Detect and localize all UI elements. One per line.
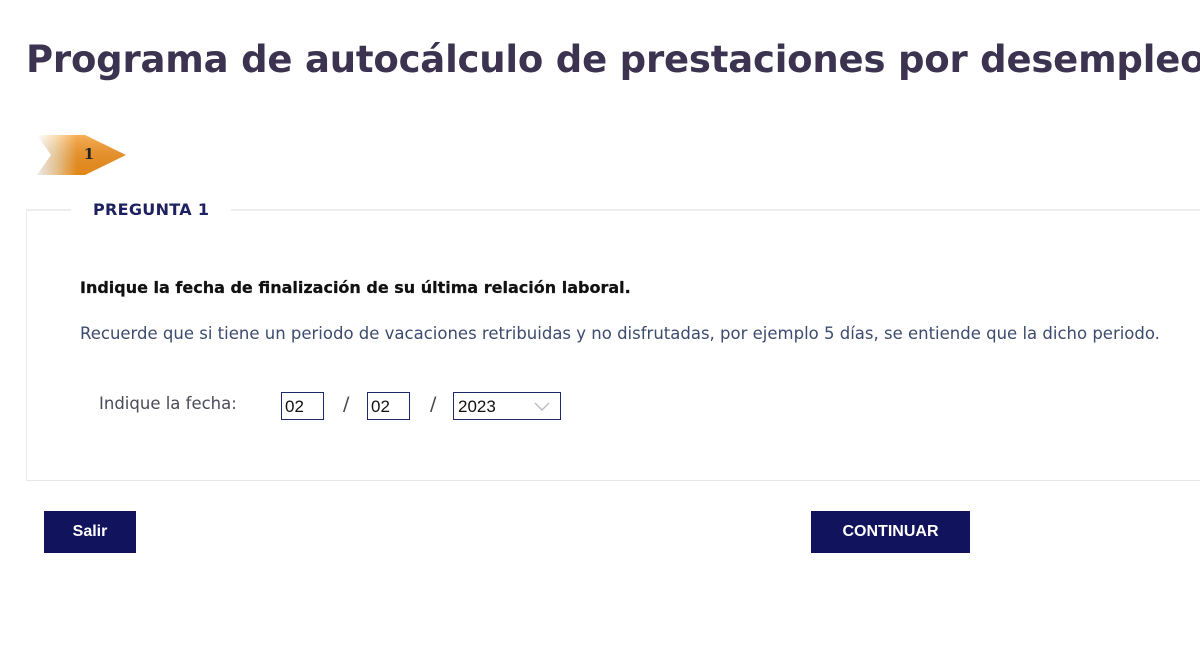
chevron-down-icon [534, 402, 550, 411]
date-separator: / [430, 393, 437, 415]
year-select[interactable]: 2023 [453, 392, 561, 420]
year-value: 2023 [458, 397, 496, 416]
question-text: Indique la fecha de finalización de su ú… [80, 278, 631, 297]
question-note: Recuerde que si tiene un periodo de vaca… [80, 324, 1160, 343]
question-panel: PREGUNTA 1 Indique la fecha de finalizac… [26, 200, 1200, 481]
page: Programa de autocálculo de prestaciones … [0, 0, 1200, 650]
exit-button[interactable]: Salir [44, 511, 136, 553]
continue-button[interactable]: CONTINUAR [811, 511, 970, 553]
question-legend: PREGUNTA 1 [71, 200, 232, 220]
date-label: Indique la fecha: [99, 394, 237, 413]
step-indicator: 1 [37, 133, 127, 177]
date-separator: / [343, 393, 350, 415]
page-title: Programa de autocálculo de prestaciones … [26, 38, 1200, 81]
step-number: 1 [83, 145, 95, 163]
day-input[interactable] [281, 392, 324, 420]
month-input[interactable] [367, 392, 410, 420]
